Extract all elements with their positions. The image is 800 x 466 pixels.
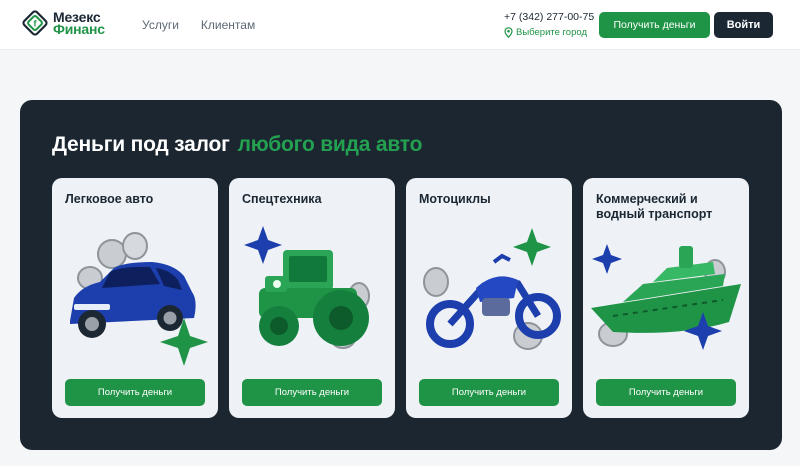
card-passenger-car[interactable]: Легковое авто Получить деньги xyxy=(52,178,218,418)
headline-accent: любого вида авто xyxy=(237,133,423,156)
logo-icon: f xyxy=(22,10,48,36)
motorcycle-icon xyxy=(423,228,561,350)
phone-number[interactable]: +7 (342) 277-00-75 xyxy=(504,11,594,23)
logo-text-secondary: Финанс xyxy=(53,21,105,37)
tractor-icon xyxy=(244,226,370,349)
card-get-money-button[interactable]: Получить деньги xyxy=(596,379,736,406)
nav-item-clients[interactable]: Клиентам xyxy=(201,18,255,32)
site-header: f Мезекс Финанс Услуги Клиентам +7 (342)… xyxy=(0,0,800,50)
nav-item-services[interactable]: Услуги xyxy=(142,18,179,32)
card-title: Легковое авто xyxy=(65,192,154,206)
location-pin-icon xyxy=(504,27,513,38)
city-selector-label: Выберите город xyxy=(516,27,587,38)
card-title: Коммерческий и водный транспорт xyxy=(596,192,713,221)
promo-banner: Деньги под залог любого вида авто Легково… xyxy=(20,100,782,450)
car-icon xyxy=(70,232,208,366)
main-nav: Услуги Клиентам xyxy=(142,18,255,32)
card-get-money-button[interactable]: Получить деньги xyxy=(242,379,382,406)
card-motorcycles[interactable]: Мотоциклы Получить деньги xyxy=(406,178,572,418)
logo[interactable]: f Мезекс Финанс xyxy=(22,10,105,36)
get-money-button[interactable]: Получить деньги xyxy=(599,12,710,38)
ship-icon xyxy=(591,244,741,350)
promo-headline: Деньги под залог любого вида авто xyxy=(52,133,422,157)
login-button[interactable]: Войти xyxy=(714,12,773,38)
headline-main: Деньги под залог xyxy=(52,133,230,156)
card-get-money-button[interactable]: Получить деньги xyxy=(65,379,205,406)
contacts: +7 (342) 277-00-75 Выберите город xyxy=(504,11,594,38)
card-title: Мотоциклы xyxy=(419,192,491,206)
card-special-machinery[interactable]: Спецтехника Получить деньги xyxy=(229,178,395,418)
card-commercial-water-transport[interactable]: Коммерческий и водный транспорт Получить… xyxy=(583,178,749,418)
city-selector[interactable]: Выберите город xyxy=(504,27,594,38)
card-get-money-button[interactable]: Получить деньги xyxy=(419,379,559,406)
svg-text:f: f xyxy=(34,19,38,29)
card-title: Спецтехника xyxy=(242,192,322,206)
